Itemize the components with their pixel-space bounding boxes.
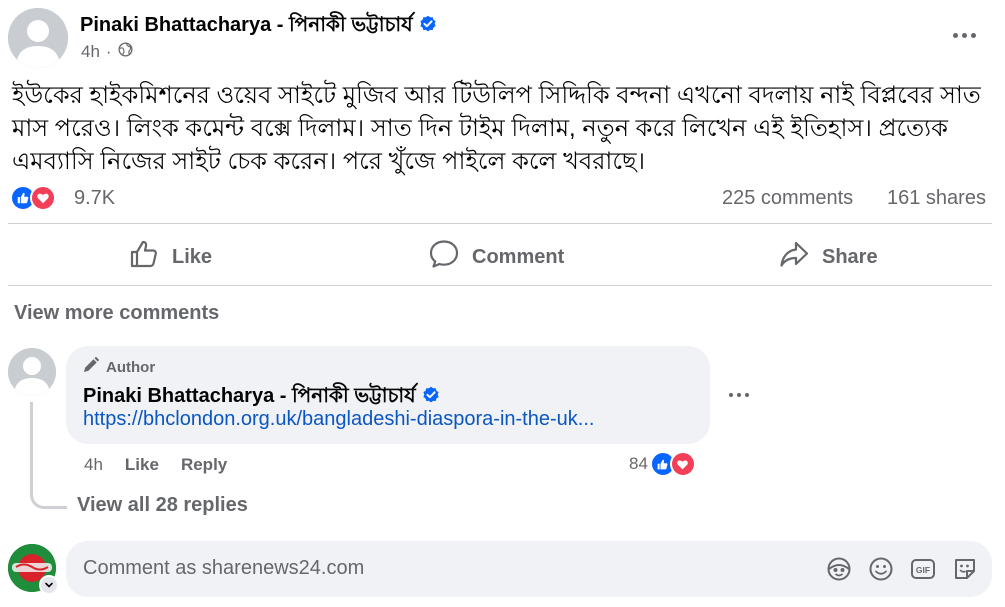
thumbs-up-icon	[128, 238, 160, 276]
comment-options-button[interactable]	[729, 393, 749, 397]
stats-divider	[8, 223, 992, 224]
comment-bubble-icon	[428, 238, 460, 276]
comment-link[interactable]: https://bhclondon.org.uk/bangladeshi-dia…	[83, 408, 594, 431]
actions-divider	[8, 285, 992, 286]
emoji-icon[interactable]	[868, 556, 894, 587]
meta-dot: ·	[105, 42, 112, 61]
share-label: Share	[822, 245, 878, 268]
reply-thread-line	[30, 402, 67, 509]
sticker-icon[interactable]	[952, 556, 978, 587]
comment-reaction-summary[interactable]: 84	[629, 451, 696, 477]
comment-input-placeholder[interactable]: Comment as sharenews24.com	[83, 557, 364, 580]
comment-reply-button[interactable]: Reply	[181, 455, 227, 475]
svg-text:GIF: GIF	[916, 565, 930, 575]
verified-badge-icon	[422, 386, 440, 410]
view-more-comments-link[interactable]: View more comments	[14, 302, 219, 325]
chevron-down-icon[interactable]	[39, 575, 59, 595]
author-badge-label: Author	[106, 358, 156, 376]
post-author-name[interactable]: Pinaki Bhattacharya - পিনাকী ভট্টাচার্য	[80, 14, 413, 36]
comment-author-avatar[interactable]	[8, 348, 56, 396]
globe-icon[interactable]	[118, 42, 133, 62]
post-meta: 4h ·	[81, 42, 133, 62]
avatar-sticker-icon[interactable]	[826, 556, 852, 587]
view-all-replies-link[interactable]: View all 28 replies	[77, 494, 248, 517]
comment-like-button[interactable]: Like	[125, 455, 159, 475]
like-button[interactable]: Like	[128, 238, 212, 276]
comment-label: Comment	[472, 245, 565, 268]
reactions-count[interactable]: 9.7K	[74, 187, 115, 210]
comments-count[interactable]: 225 comments	[722, 187, 853, 210]
post-options-button[interactable]	[953, 33, 976, 38]
comment-actions: 4h Like Reply	[84, 455, 227, 475]
love-icon	[30, 185, 56, 211]
reaction-summary[interactable]	[10, 185, 56, 211]
comment-button[interactable]: Comment	[428, 238, 564, 276]
author-avatar[interactable]	[8, 8, 68, 68]
gif-icon[interactable]: GIF	[910, 556, 936, 587]
share-button[interactable]: Share	[778, 238, 878, 276]
comment-reactions-count: 84	[629, 454, 648, 473]
shares-count[interactable]: 161 shares	[887, 187, 986, 210]
love-icon	[669, 451, 696, 477]
post-body: ইউকের হাইকমিশনের ওয়েব সাইটে মুজিব আর টি…	[12, 82, 981, 175]
post-time[interactable]: 4h	[81, 42, 100, 62]
pen-icon	[82, 356, 100, 378]
comment-author-name[interactable]: Pinaki Bhattacharya - পিনাকী ভট্টাচার্য	[83, 385, 416, 407]
verified-badge-icon	[419, 15, 437, 39]
like-label: Like	[172, 245, 213, 268]
comment-bubble: Author Pinaki Bhattacharya - পিনাকী ভট্ট…	[66, 346, 710, 444]
comment-composer[interactable]: Comment as sharenews24.com GIF	[66, 541, 992, 597]
post-author[interactable]: Pinaki Bhattacharya - পিনাকী ভট্টাচার্য	[80, 10, 437, 43]
comment-time[interactable]: 4h	[84, 455, 103, 475]
share-arrow-icon	[778, 238, 810, 276]
author-badge: Author	[82, 356, 155, 378]
